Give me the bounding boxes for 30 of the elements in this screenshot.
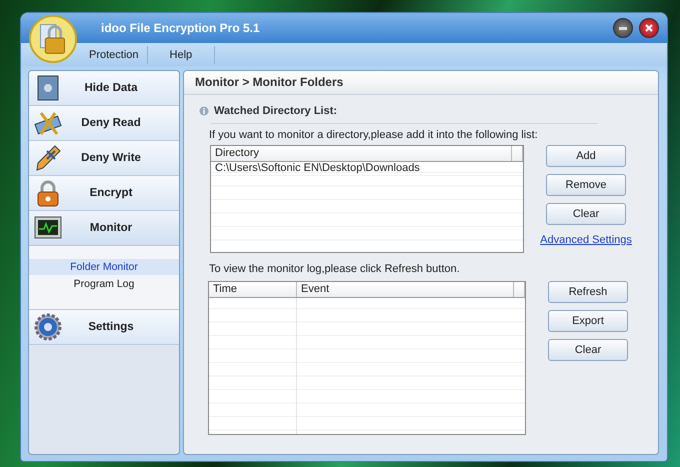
section-title: Watched Directory List: <box>214 105 338 117</box>
sidebar-item[interactable]: Monitor <box>29 211 179 246</box>
action-button[interactable]: Add <box>546 145 626 167</box>
advanced-settings-link[interactable]: Advanced Settings <box>540 234 632 246</box>
action-button[interactable]: Remove <box>546 174 626 196</box>
window-title: idoo File Encryption Pro 5.1 <box>101 21 261 35</box>
gear-icon <box>33 312 63 342</box>
info-icon <box>199 106 209 116</box>
action-button[interactable]: Export <box>548 310 628 332</box>
menu-item[interactable]: Help <box>148 46 216 64</box>
instruction-text: To view the monitor log,please click Refresh button. <box>209 263 461 275</box>
sidebar-item[interactable]: Hide Data <box>29 71 179 106</box>
sidebar-item[interactable]: Deny Write <box>29 141 179 176</box>
column-header[interactable]: Event <box>297 282 514 297</box>
breadcrumb: Monitor > Monitor Folders <box>184 71 658 95</box>
submenu-item[interactable]: Folder Monitor <box>29 259 179 275</box>
menu-item[interactable]: Protection <box>81 46 148 64</box>
close-button[interactable] <box>639 18 659 38</box>
minimize-button[interactable] <box>613 18 633 38</box>
sidebar-item[interactable]: Settings <box>29 310 179 345</box>
sidebar-item[interactable]: Deny Read <box>29 106 179 141</box>
column-header[interactable]: Time <box>209 282 297 297</box>
action-button[interactable]: Clear <box>546 203 626 225</box>
table-cell-text: C:\Users\Softonic EN\Desktop\Downloads <box>214 162 421 174</box>
action-button[interactable]: Clear <box>548 339 628 361</box>
close-icon <box>645 24 653 32</box>
instruction-text: If you want to monitor a directory,please add it into the following list: <box>209 129 539 141</box>
action-button[interactable]: Refresh <box>548 281 628 303</box>
sidebar-item[interactable]: Encrypt <box>29 176 179 211</box>
submenu-item[interactable]: Program Log <box>29 276 179 292</box>
